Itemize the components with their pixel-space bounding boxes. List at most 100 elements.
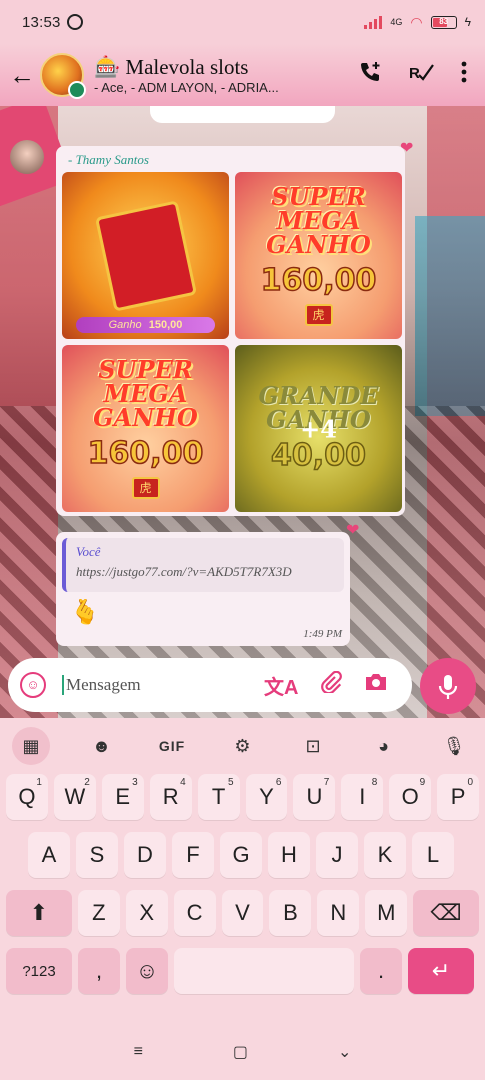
tiger-seal: 虎 (131, 477, 160, 499)
key-hint: 0 (467, 777, 474, 788)
previous-message-edge (150, 106, 335, 123)
key-w[interactable]: W2 (53, 774, 96, 820)
reply-message[interactable]: Você https://justgo77.com/?v=AKD5T7R7X3D… (56, 532, 350, 646)
key-j[interactable]: J (316, 832, 358, 878)
key-label: K (377, 842, 393, 867)
arrow-left-icon: ← (9, 59, 35, 90)
image-album-message[interactable]: - Thamy Santos Ganho 150,00 SUPER MEGA G… (56, 146, 405, 516)
key-q[interactable]: Q1 (6, 774, 48, 820)
win-amount: 40,00 (270, 437, 366, 474)
image-tile[interactable]: GRANDE GANHO 40,00 +4 (235, 345, 402, 512)
key-k[interactable]: K (364, 832, 406, 878)
key-h[interactable]: H (268, 832, 310, 878)
signal-icon (364, 15, 383, 29)
camera-button[interactable] (364, 672, 388, 698)
group-name-text: Malevola slots (125, 55, 249, 79)
key-hint: 5 (227, 777, 234, 788)
key-s[interactable]: S (76, 832, 118, 878)
image-tile[interactable]: SUPER MEGA GANHO 160,00 虎 (235, 172, 402, 339)
back-button[interactable]: ← (4, 60, 40, 91)
key-c[interactable]: C (173, 890, 216, 936)
quoted-message[interactable]: Você https://justgo77.com/?v=AKD5T7R7X3D (62, 538, 344, 592)
key-d[interactable]: D (124, 832, 166, 878)
chevron-down-icon: ⌄ (338, 1044, 352, 1061)
image-tile[interactable]: Ganho 150,00 (62, 172, 229, 339)
back-nav-button[interactable]: ⌄ (338, 1042, 351, 1062)
key-row-4: ?123 , ☺ . ↵ (0, 948, 485, 994)
attach-button[interactable] (320, 670, 343, 699)
chat-title-area[interactable]: 🎰 Malevola slots - Ace, - ADM LAYON, - A… (94, 55, 314, 95)
phone-plus-icon (361, 62, 380, 81)
settings-button[interactable]: ⚙ (224, 727, 262, 765)
key-hint: 9 (419, 777, 426, 788)
gif-button[interactable]: GIF (153, 727, 191, 765)
mic-icon (438, 675, 458, 700)
key-label: ?123 (22, 962, 56, 980)
wifi-icon: ◠ (410, 13, 423, 30)
key-f[interactable]: F (172, 832, 214, 878)
key-r[interactable]: R4 (149, 774, 192, 820)
chat-area[interactable]: - Thamy Santos Ganho 150,00 SUPER MEGA G… (0, 106, 485, 718)
message-input[interactable] (62, 675, 242, 695)
key-u[interactable]: U7 (293, 774, 336, 820)
key-i[interactable]: I8 (341, 774, 384, 820)
apps-button[interactable]: ▦ (12, 727, 50, 765)
key-x[interactable]: X (125, 890, 168, 936)
image-tile[interactable]: SUPER MEGA GANHO 160,00 虎 (62, 345, 229, 512)
emoji-button[interactable]: ☺ (20, 672, 46, 698)
verify-button[interactable]: R (409, 61, 435, 89)
key-hint: 8 (371, 777, 378, 788)
key-g[interactable]: G (220, 832, 262, 878)
backspace-key[interactable]: ⌫ (413, 890, 480, 936)
key-p[interactable]: P0 (437, 774, 480, 820)
heart-reaction-icon[interactable]: ❤ (400, 138, 413, 158)
menu-button[interactable] (461, 61, 467, 89)
key-m[interactable]: M (365, 890, 408, 936)
theme-button[interactable]: ◕ (365, 727, 403, 765)
status-bar: 13:53 4G ◠ 83 ϟ (0, 0, 485, 44)
heart-reaction-icon[interactable]: ❤ (346, 520, 359, 540)
enter-key[interactable]: ↵ (408, 948, 474, 994)
sender-avatar[interactable] (10, 140, 44, 174)
key-b[interactable]: B (269, 890, 312, 936)
key-y[interactable]: Y6 (245, 774, 288, 820)
key-label: W (64, 784, 86, 809)
key-a[interactable]: A (28, 832, 70, 878)
comma-key[interactable]: , (78, 948, 120, 994)
group-avatar[interactable] (40, 53, 86, 99)
key-v[interactable]: V (221, 890, 264, 936)
key-o[interactable]: O9 (389, 774, 432, 820)
key-row-2: A S D F G H J K L (0, 832, 485, 878)
key-n[interactable]: N (317, 890, 360, 936)
key-t[interactable]: T5 (197, 774, 240, 820)
period-key[interactable]: . (360, 948, 402, 994)
image-grid: Ganho 150,00 SUPER MEGA GANHO 160,00 虎 S… (60, 172, 402, 512)
translate-button[interactable]: 文A (264, 671, 298, 700)
sticker-button[interactable]: ☻ (83, 727, 121, 765)
symbols-key[interactable]: ?123 (6, 948, 72, 994)
key-hint: 7 (323, 777, 330, 788)
voice-message-button[interactable] (420, 658, 476, 714)
key-e[interactable]: E3 (101, 774, 144, 820)
key-l[interactable]: L (412, 832, 454, 878)
home-button[interactable]: ▢ (233, 1042, 248, 1062)
key-label: P (450, 784, 466, 809)
key-label: X (139, 900, 155, 925)
voice-typing-button[interactable]: 🎙 (435, 727, 473, 765)
key-label: R (162, 784, 179, 809)
space-key[interactable] (174, 948, 354, 994)
mic-icon: 🎙 (442, 735, 466, 756)
group-members: - Ace, - ADM LAYON, - ADRIA... (94, 80, 279, 95)
translate-key-button[interactable]: ⊡ (294, 727, 332, 765)
add-call-button[interactable] (359, 60, 383, 90)
backspace-icon: ⌫ (430, 900, 462, 925)
red-envelope-image (94, 199, 197, 312)
key-row-3: ⬆ Z X C V B N M ⌫ (0, 890, 485, 936)
key-z[interactable]: Z (77, 890, 120, 936)
shift-key[interactable]: ⬆ (6, 890, 72, 936)
recents-button[interactable]: ≡ (134, 1043, 143, 1061)
key-label: O (401, 784, 419, 809)
emoji-key[interactable]: ☺ (126, 948, 168, 994)
key-hint: 3 (132, 777, 138, 788)
key-label: L (426, 842, 440, 867)
